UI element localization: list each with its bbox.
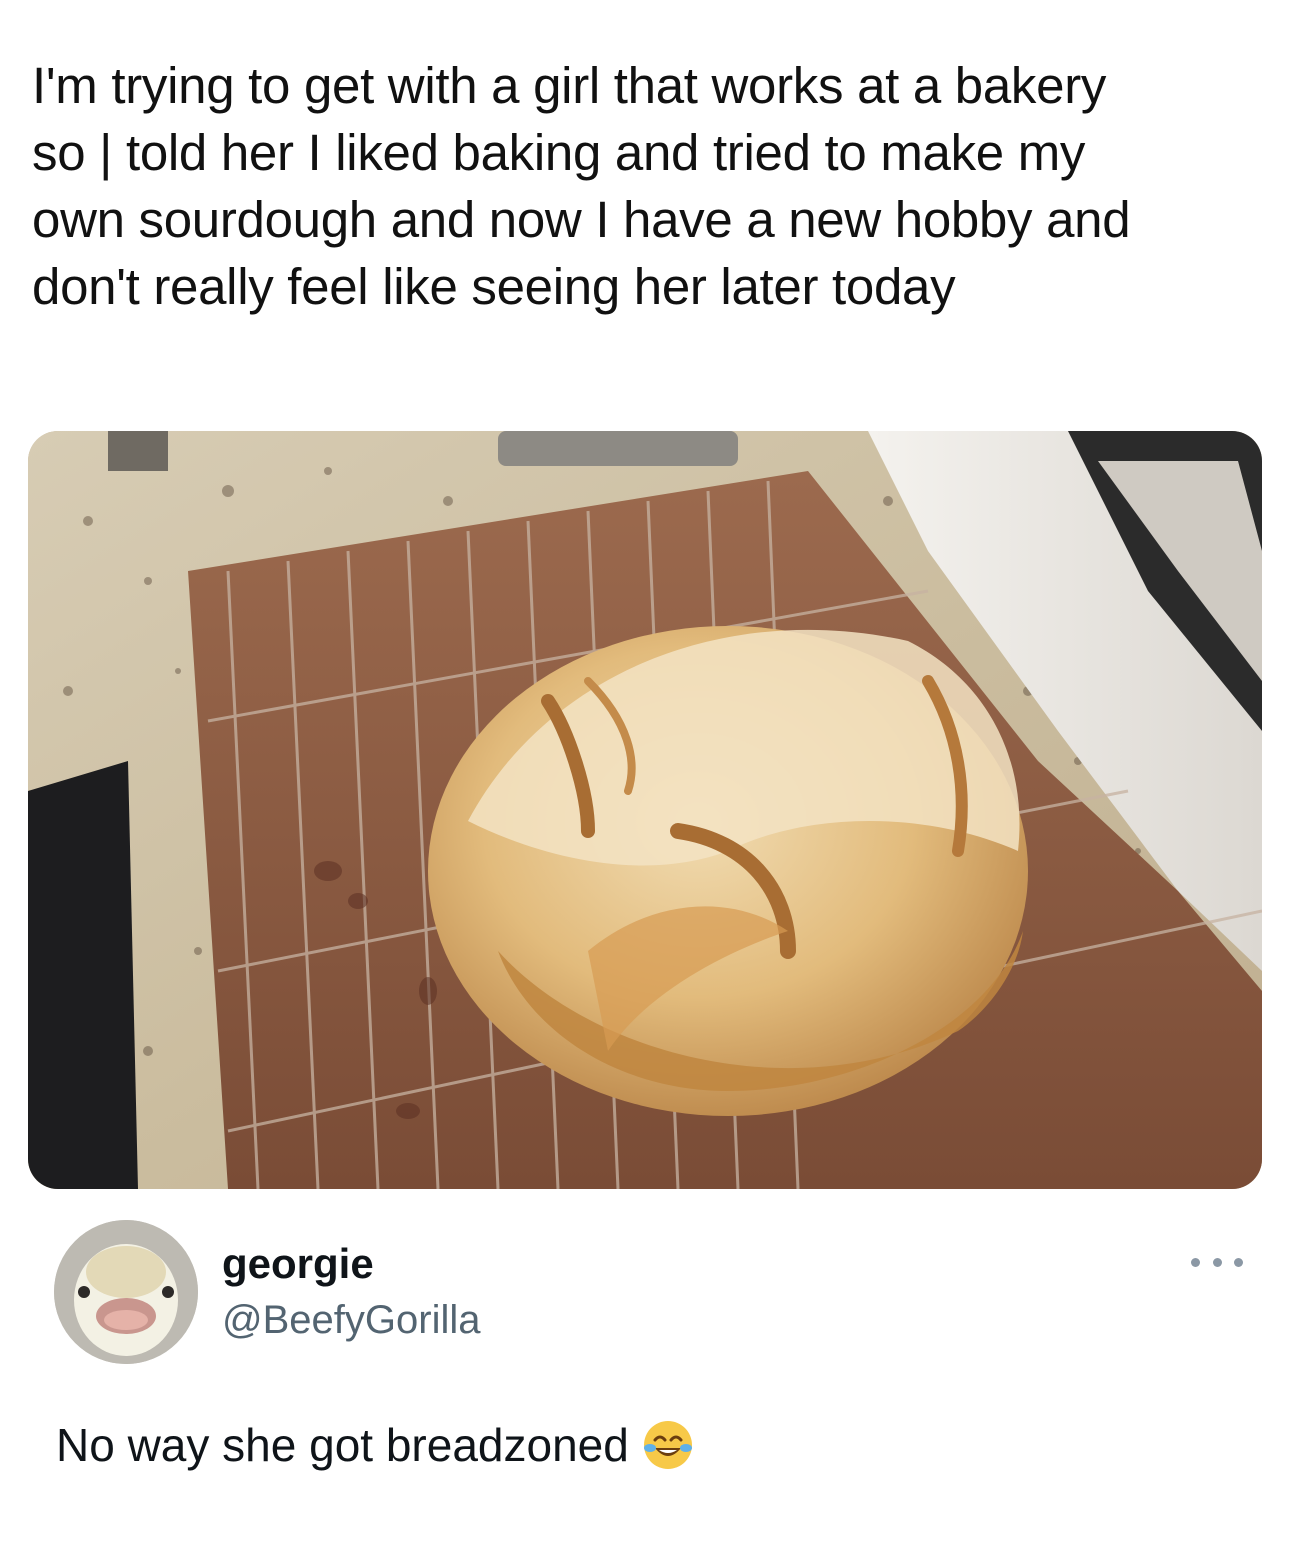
caption-line: don't really feel like seeing her later …	[32, 258, 956, 315]
caption-line: own sourdough and now I have a new hobby…	[32, 191, 1131, 248]
display-name[interactable]: georgie	[222, 1240, 374, 1288]
more-options-icon[interactable]	[1191, 1252, 1243, 1272]
reply-text-content: No way she got breadzoned	[56, 1419, 629, 1471]
dot	[1212, 1257, 1222, 1267]
caption-line: so | told her I liked baking and tried t…	[32, 124, 1086, 181]
reply-text: No way she got breadzoned	[56, 1418, 695, 1472]
tweet-reply: georgie @BeefyGorilla No way she got bre…	[0, 1200, 1289, 1568]
face-with-tears-of-joy-icon	[641, 1418, 695, 1472]
sourdough-photo	[28, 431, 1262, 1189]
meme-caption: I'm trying to get with a girl that works…	[32, 52, 1262, 320]
avatar[interactable]	[54, 1220, 198, 1364]
caption-line: I'm trying to get with a girl that works…	[32, 57, 1107, 114]
dot	[1191, 1257, 1200, 1267]
dot	[1234, 1257, 1243, 1267]
user-handle[interactable]: @BeefyGorilla	[222, 1298, 480, 1343]
